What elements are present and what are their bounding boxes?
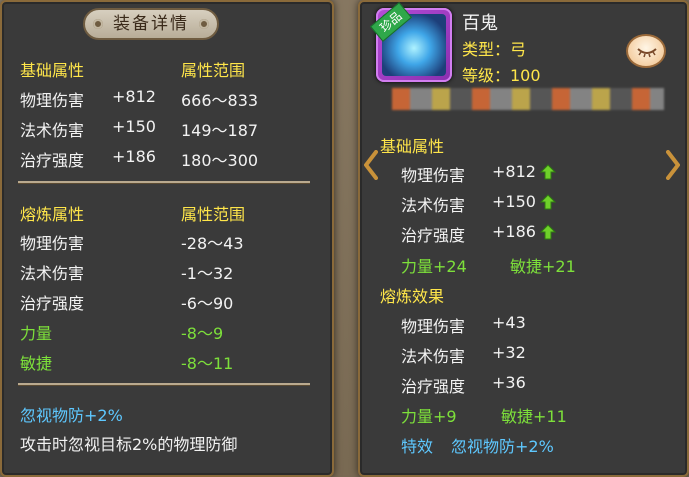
arrow-right-icon[interactable] — [666, 150, 680, 180]
refine-stat-name: 法术伤害 — [20, 264, 85, 283]
basic-stat-value: +812 — [112, 87, 156, 106]
refine-stat-range: -8～9 — [181, 324, 224, 343]
weapon-icon[interactable]: 珍品 — [370, 2, 452, 82]
tooltip-refine-value: +36 — [492, 373, 526, 392]
tooltip-str-bonus: 力量+24 — [401, 257, 467, 276]
eye-closed-glyph — [637, 48, 657, 58]
tooltip-refine-agi: 敏捷+11 — [501, 407, 567, 426]
up-arrow-icon — [540, 164, 556, 180]
tooltip-agi-bonus: 敏捷+21 — [510, 257, 576, 276]
basic-stat-value: +150 — [112, 117, 156, 136]
up-arrow-icon — [540, 194, 556, 210]
tooltip-stat-value: +150 — [492, 192, 536, 211]
basic-attr-header: 基础属性 — [20, 61, 85, 80]
item-type: 类型：弓 — [462, 40, 527, 59]
basic-stat-name: 法术伤害 — [20, 121, 85, 140]
section-divider — [18, 383, 310, 385]
refine-stat-name: 敏捷 — [20, 354, 53, 373]
title-ornament-right — [199, 19, 209, 29]
refine-attr-header: 熔炼属性 — [20, 205, 85, 224]
arrow-left-icon[interactable] — [364, 150, 378, 180]
tooltip-refine-name: 物理伤害 — [401, 317, 466, 336]
refine-stat-name: 治疗强度 — [20, 294, 85, 313]
obscured-info-row — [392, 88, 664, 110]
tooltip-basic-header: 基础属性 — [380, 137, 445, 156]
tooltip-refine-name: 法术伤害 — [401, 347, 466, 366]
tooltip-stat-name: 治疗强度 — [401, 226, 466, 245]
tooltip-refine-header: 熔炼效果 — [380, 287, 445, 306]
tooltip-refine-value: +43 — [492, 313, 526, 332]
refine-stat-range: -8～11 — [181, 354, 234, 373]
section-divider — [18, 181, 310, 183]
tooltip-effect-value: 忽视物防+2% — [451, 437, 554, 456]
item-name: 百鬼 — [462, 13, 498, 34]
special-effect-title: 忽视物防+2% — [20, 406, 123, 425]
eye-closed-icon[interactable] — [626, 34, 666, 68]
tooltip-stat-name: 法术伤害 — [401, 196, 466, 215]
basic-stat-range: 180～300 — [181, 151, 259, 170]
basic-stat-name: 物理伤害 — [20, 91, 85, 110]
item-level: 等级：100 — [462, 66, 541, 85]
panel-title: 装备详情 — [113, 14, 189, 34]
refine-stat-range: -28～43 — [181, 234, 244, 253]
refine-stat-name: 力量 — [20, 324, 53, 343]
refine-stat-name: 物理伤害 — [20, 234, 85, 253]
tooltip-refine-name: 治疗强度 — [401, 377, 466, 396]
title-ornament-left — [93, 19, 103, 29]
up-arrow-icon — [540, 224, 556, 240]
basic-range-header: 属性范围 — [181, 61, 246, 80]
tooltip-stat-value: +186 — [492, 222, 536, 241]
refine-stat-range: -1～32 — [181, 264, 234, 283]
tooltip-stat-value: +812 — [492, 162, 536, 181]
panel-title-tab: 装备详情 — [83, 8, 219, 40]
basic-stat-range: 149～187 — [181, 121, 259, 140]
basic-stat-range: 666～833 — [181, 91, 259, 110]
refine-range-header: 属性范围 — [181, 205, 246, 224]
basic-stat-name: 治疗强度 — [20, 151, 85, 170]
tooltip-stat-name: 物理伤害 — [401, 166, 466, 185]
special-effect-desc: 攻击时忽视目标2%的物理防御 — [20, 435, 238, 454]
tooltip-effect-label: 特效 — [401, 437, 434, 456]
tooltip-refine-value: +32 — [492, 343, 526, 362]
tooltip-refine-str: 力量+9 — [401, 407, 457, 426]
refine-stat-range: -6～90 — [181, 294, 234, 313]
basic-stat-value: +186 — [112, 147, 156, 166]
